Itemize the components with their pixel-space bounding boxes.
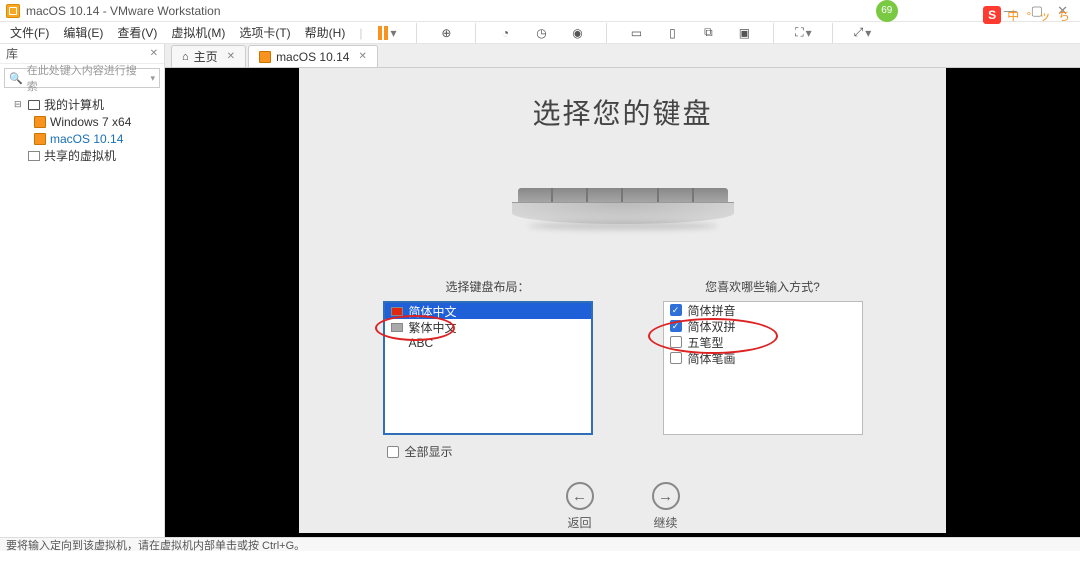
ime-indicator[interactable]: S 中 ° ッ ち [975, 0, 1080, 30]
panel-title: 选择您的键盘 [532, 92, 712, 132]
flag-cn-icon [391, 307, 403, 316]
back-button[interactable]: ← 返回 [566, 482, 594, 531]
checkbox-icon [670, 336, 682, 348]
checkbox-checked-icon: ✓ [670, 320, 682, 332]
tree-vm-macos[interactable]: macOS 10.14 [0, 130, 164, 147]
menu-file[interactable]: 文件(F) [10, 24, 49, 41]
input-shuangpin[interactable]: ✓ 简体双拼 [664, 318, 862, 334]
show-all-checkbox[interactable]: 全部显示 [387, 443, 453, 460]
layout-tile-icon[interactable]: ⧉ [697, 22, 719, 44]
layout-unity-icon[interactable]: ▣ [733, 22, 755, 44]
search-dropdown-icon[interactable]: ▾ [150, 73, 155, 84]
layout-label: 选择键盘布局： [445, 278, 529, 295]
library-tree: ⊟ 我的计算机 Windows 7 x64 macOS 10.14 共享的虚拟机 [0, 92, 164, 168]
close-tab-icon[interactable]: ✕ [358, 51, 366, 62]
input-bihua[interactable]: 简体笔画 [664, 350, 862, 366]
layout-abc[interactable]: ABC [385, 335, 591, 351]
tree-my-computer[interactable]: ⊟ 我的计算机 [0, 96, 164, 113]
menu-edit[interactable]: 编辑(E) [63, 24, 103, 41]
vm-icon [34, 116, 46, 128]
layout-traditional-chinese[interactable]: 繁体中文 [385, 319, 591, 335]
notification-badge[interactable]: 69 [876, 0, 898, 22]
checkbox-checked-icon: ✓ [670, 304, 682, 316]
library-sidebar: 库 ✕ 🔍 在此处键入内容进行搜索 ▾ ⊟ 我的计算机 Windows 7 x6… [0, 44, 165, 537]
input-method-list[interactable]: ✓ 简体拼音 ✓ 简体双拼 五笔型 [663, 301, 863, 435]
flag-icon [391, 323, 403, 332]
vm-icon [259, 51, 271, 63]
manage-snapshot-icon[interactable]: ◉ [566, 22, 588, 44]
layout-split-icon[interactable]: ▯ [661, 22, 683, 44]
ime-chars: 中 ° ッ ち [1007, 7, 1072, 24]
checkbox-icon [670, 352, 682, 364]
keyboard-setup-panel: 选择您的键盘 选择键盘布局： 简体中文 [299, 68, 946, 533]
layout-simplified-chinese[interactable]: 简体中文 [385, 303, 591, 319]
menu-view[interactable]: 查看(V) [117, 24, 157, 41]
snapshot-icon[interactable]: ◔ [494, 22, 516, 44]
search-placeholder: 在此处键入内容进行搜索 [27, 62, 147, 94]
computer-icon [28, 100, 40, 110]
fullscreen-icon[interactable]: ⛶▾ [792, 22, 814, 44]
stretch-icon[interactable]: ⤢▾ [851, 22, 873, 44]
checkbox-icon [387, 446, 399, 458]
layout-single-icon[interactable]: ▭ [625, 22, 647, 44]
revert-icon[interactable]: ◷ [530, 22, 552, 44]
keyboard-layout-list[interactable]: 简体中文 繁体中文 ABC [383, 301, 593, 435]
tree-shared-vms[interactable]: 共享的虚拟机 [0, 147, 164, 164]
menu-help[interactable]: 帮助(H) [305, 24, 346, 41]
home-icon: ⌂ [182, 51, 189, 63]
window-titlebar: macOS 10.14 - VMware Workstation 69 — ▢ … [0, 0, 1080, 22]
keyboard-illustration [518, 188, 728, 228]
search-input[interactable]: 🔍 在此处键入内容进行搜索 ▾ [4, 68, 160, 88]
shared-icon [28, 151, 40, 161]
status-text: 要将输入定向到该虚拟机，请在虚拟机内部单击或按 Ctrl+G。 [6, 537, 305, 553]
tab-strip: ⌂ 主页 ✕ macOS 10.14 ✕ [165, 44, 1080, 68]
tab-macos[interactable]: macOS 10.14 ✕ [248, 45, 378, 67]
app-icon [6, 4, 20, 18]
arrow-left-icon: ← [566, 482, 594, 510]
window-title: macOS 10.14 - VMware Workstation [26, 4, 221, 18]
ime-s-icon: S [983, 6, 1001, 24]
input-pinyin[interactable]: ✓ 简体拼音 [664, 302, 862, 318]
menu-tabs[interactable]: 选项卡(T) [239, 24, 290, 41]
menu-bar: 文件(F) 编辑(E) 查看(V) 虚拟机(M) 选项卡(T) 帮助(H) | … [0, 22, 1080, 44]
vm-icon [34, 133, 46, 145]
vm-display[interactable]: 选择您的键盘 选择键盘布局： 简体中文 [165, 68, 1080, 537]
close-sidebar-button[interactable]: ✕ [150, 48, 158, 59]
continue-button[interactable]: → 继续 [652, 482, 680, 531]
close-tab-icon[interactable]: ✕ [227, 51, 235, 62]
tab-home[interactable]: ⌂ 主页 ✕ [171, 45, 246, 67]
send-ctrlaltdel-icon[interactable]: ⊕ [435, 22, 457, 44]
search-icon: 🔍 [9, 72, 23, 85]
input-method-label: 您喜欢哪些输入方式? [705, 278, 820, 295]
menu-vm[interactable]: 虚拟机(M) [171, 24, 225, 41]
pause-button[interactable]: ▾ [376, 22, 398, 44]
status-bar: 要将输入定向到该虚拟机，请在虚拟机内部单击或按 Ctrl+G。 [0, 537, 1080, 551]
arrow-right-icon: → [652, 482, 680, 510]
library-title: 库 [6, 45, 18, 62]
tree-vm-windows7[interactable]: Windows 7 x64 [0, 113, 164, 130]
input-wubixing[interactable]: 五笔型 [664, 334, 862, 350]
